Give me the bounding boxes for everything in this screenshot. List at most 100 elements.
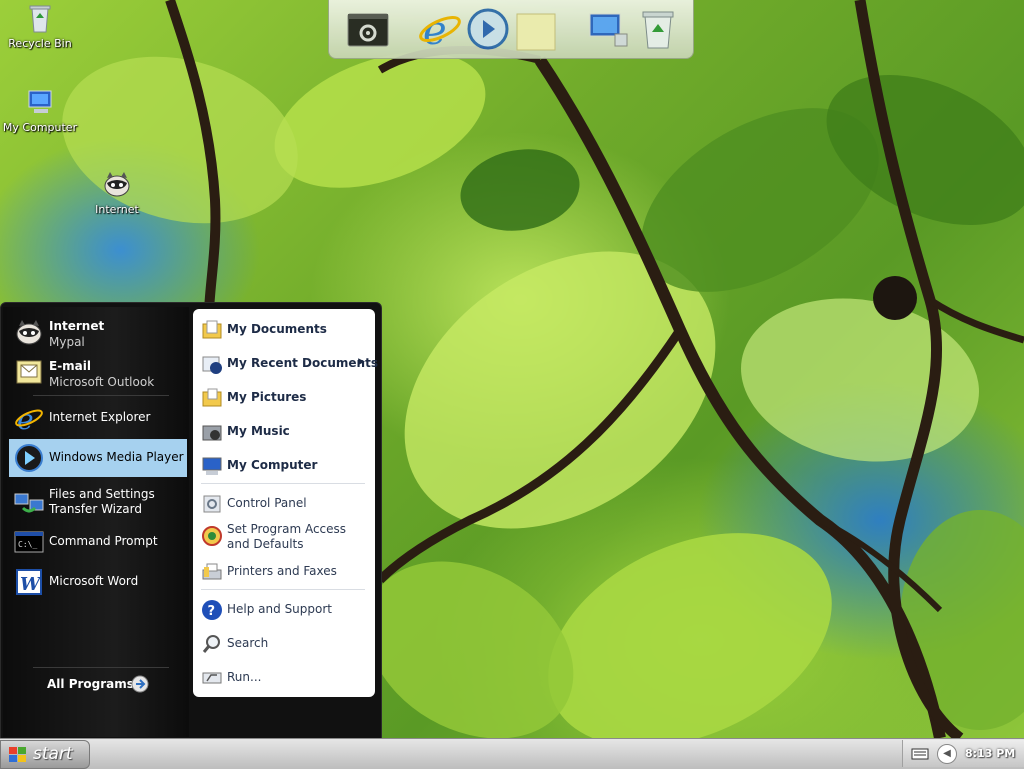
svg-text:C:\_: C:\_	[18, 540, 37, 549]
svg-text:?: ?	[208, 604, 216, 619]
start-right-search[interactable]: Search	[197, 629, 371, 657]
my-computer-icon	[28, 90, 52, 113]
start-right-label: Control Panel	[227, 496, 307, 510]
recycle-bin-icon	[29, 5, 51, 33]
dock-item-notes[interactable]	[513, 6, 559, 52]
start-right-control-panel[interactable]: Control Panel	[197, 489, 371, 517]
start-item-title: Command Prompt	[49, 534, 158, 548]
start-right-label: My Recent Documents	[227, 356, 378, 370]
windows-flag-icon	[9, 747, 26, 762]
start-right-label: Run...	[227, 670, 262, 684]
start-item-title: Internet	[49, 319, 105, 333]
desktop-icon-label: Internet	[95, 203, 139, 216]
start-right-label: Help and Support	[227, 602, 332, 616]
start-right-label: My Documents	[227, 322, 327, 336]
dock-item-internet-explorer[interactable]: e	[417, 6, 463, 54]
start-right-label: My Pictures	[227, 390, 307, 404]
start-menu-right-pane: My Documents My Recent Documents ▶ My Pi…	[193, 309, 378, 697]
all-programs-label[interactable]: All Programs	[47, 677, 134, 691]
dock-item-recycle-bin[interactable]	[635, 6, 681, 52]
start-right-my-recent-documents[interactable]: My Recent Documents ▶	[197, 349, 378, 377]
internet-explorer-icon: e	[15, 403, 43, 434]
quick-launch-dock: e	[328, 0, 694, 59]
start-right-label: My Computer	[227, 458, 318, 472]
chevron-left-icon[interactable]: ◀	[937, 744, 957, 764]
start-item-transfer-wizard[interactable]: Files and Settings Transfer Wizard	[9, 483, 187, 521]
start-item-email[interactable]: E-mail Microsoft Outlook	[9, 353, 187, 391]
svg-text:e: e	[423, 8, 447, 52]
start-right-label: My Music	[227, 424, 290, 438]
start-item-title: E-mail	[49, 359, 92, 373]
taskbar-clock[interactable]: 8:13 PM	[965, 747, 1015, 760]
start-right-printers-faxes[interactable]: Printers and Faxes	[197, 557, 371, 585]
start-right-separator	[201, 483, 365, 484]
start-right-label: Search	[227, 636, 269, 650]
start-right-separator	[201, 589, 365, 590]
desktop-icon-internet[interactable]: Internet	[72, 168, 162, 216]
desktop-icon-recycle-bin[interactable]: Recycle Bin	[0, 2, 85, 50]
start-button[interactable]: start	[0, 740, 90, 769]
start-right-set-program-access[interactable]: Set Program Access and Defaults	[197, 521, 371, 555]
start-item-internet-explorer[interactable]: e Internet Explorer	[9, 399, 187, 437]
start-item-title: Files and Settings Transfer Wizard	[49, 487, 155, 516]
start-item-internet[interactable]: Internet Mypal	[9, 313, 187, 351]
media-player-icon	[15, 444, 43, 472]
printer-icon	[202, 563, 222, 580]
media-player-icon	[467, 8, 509, 50]
start-item-microsoft-word[interactable]: W Microsoft Word	[9, 563, 187, 601]
raccoon-browser-icon	[104, 172, 130, 197]
word-icon: W	[16, 569, 42, 595]
help-icon: ?	[202, 600, 222, 620]
start-button-label: start	[33, 744, 73, 764]
my-computer-icon	[589, 13, 628, 47]
start-menu-separator	[33, 667, 169, 668]
start-right-run[interactable]: Run...	[197, 663, 371, 691]
start-menu-separator	[33, 395, 169, 396]
start-menu-left-pane: Internet Mypal E-mail Microsoft Outlook …	[3, 307, 189, 737]
arrow-right-icon[interactable]	[131, 675, 149, 693]
command-prompt-icon: C:\_	[14, 531, 44, 553]
submenu-arrow-icon: ▶	[358, 357, 365, 367]
dock-item-control-panel[interactable]	[345, 6, 391, 52]
search-icon	[202, 635, 220, 653]
start-item-subtitle: Mypal	[49, 335, 85, 349]
start-right-label: Printers and Faxes	[227, 564, 337, 578]
keyboard-icon[interactable]	[911, 747, 929, 761]
program-access-icon	[202, 526, 222, 546]
control-panel-icon	[347, 13, 389, 47]
start-right-my-documents[interactable]: My Documents	[197, 315, 371, 343]
run-icon	[202, 672, 222, 684]
control-panel-icon	[203, 495, 221, 513]
outlook-icon	[16, 360, 42, 384]
recycle-bin-icon	[642, 11, 674, 49]
start-item-title: Microsoft Word	[49, 574, 139, 588]
folder-music-icon	[202, 425, 222, 441]
desktop-icon-label: Recycle Bin	[8, 37, 72, 50]
start-item-title: Windows Media Player	[49, 450, 184, 464]
taskbar: start ◀ 8:13 PM	[0, 738, 1024, 769]
svg-text:W: W	[20, 574, 42, 595]
folder-pictures-icon	[202, 388, 222, 407]
dock-item-my-computer[interactable]	[585, 6, 631, 52]
internet-explorer-icon: e	[419, 8, 461, 54]
notes-icon	[516, 13, 556, 51]
start-item-windows-media-player[interactable]: Windows Media Player	[9, 439, 187, 477]
desktop-icon-label: My Computer	[2, 121, 78, 134]
dock-item-media-player[interactable]	[465, 6, 511, 52]
start-item-title: Internet Explorer	[49, 410, 151, 424]
start-item-command-prompt[interactable]: C:\_ Command Prompt	[9, 523, 187, 561]
folder-documents-icon	[202, 320, 222, 339]
start-right-my-music[interactable]: My Music	[197, 417, 371, 445]
raccoon-browser-icon	[16, 320, 42, 345]
start-menu: Internet Mypal E-mail Microsoft Outlook …	[0, 302, 382, 740]
transfer-wizard-icon	[14, 493, 44, 513]
recent-documents-icon	[202, 356, 222, 374]
start-right-my-computer[interactable]: My Computer	[197, 451, 371, 479]
desktop-icon-my-computer[interactable]: My Computer	[0, 86, 85, 134]
my-computer-icon	[202, 457, 222, 475]
start-right-my-pictures[interactable]: My Pictures	[197, 383, 371, 411]
start-right-label: Set Program Access and Defaults	[227, 522, 347, 551]
start-item-subtitle: Microsoft Outlook	[49, 375, 155, 389]
start-right-help-support[interactable]: ? Help and Support	[197, 595, 371, 623]
system-tray: ◀ 8:13 PM	[902, 740, 1024, 767]
